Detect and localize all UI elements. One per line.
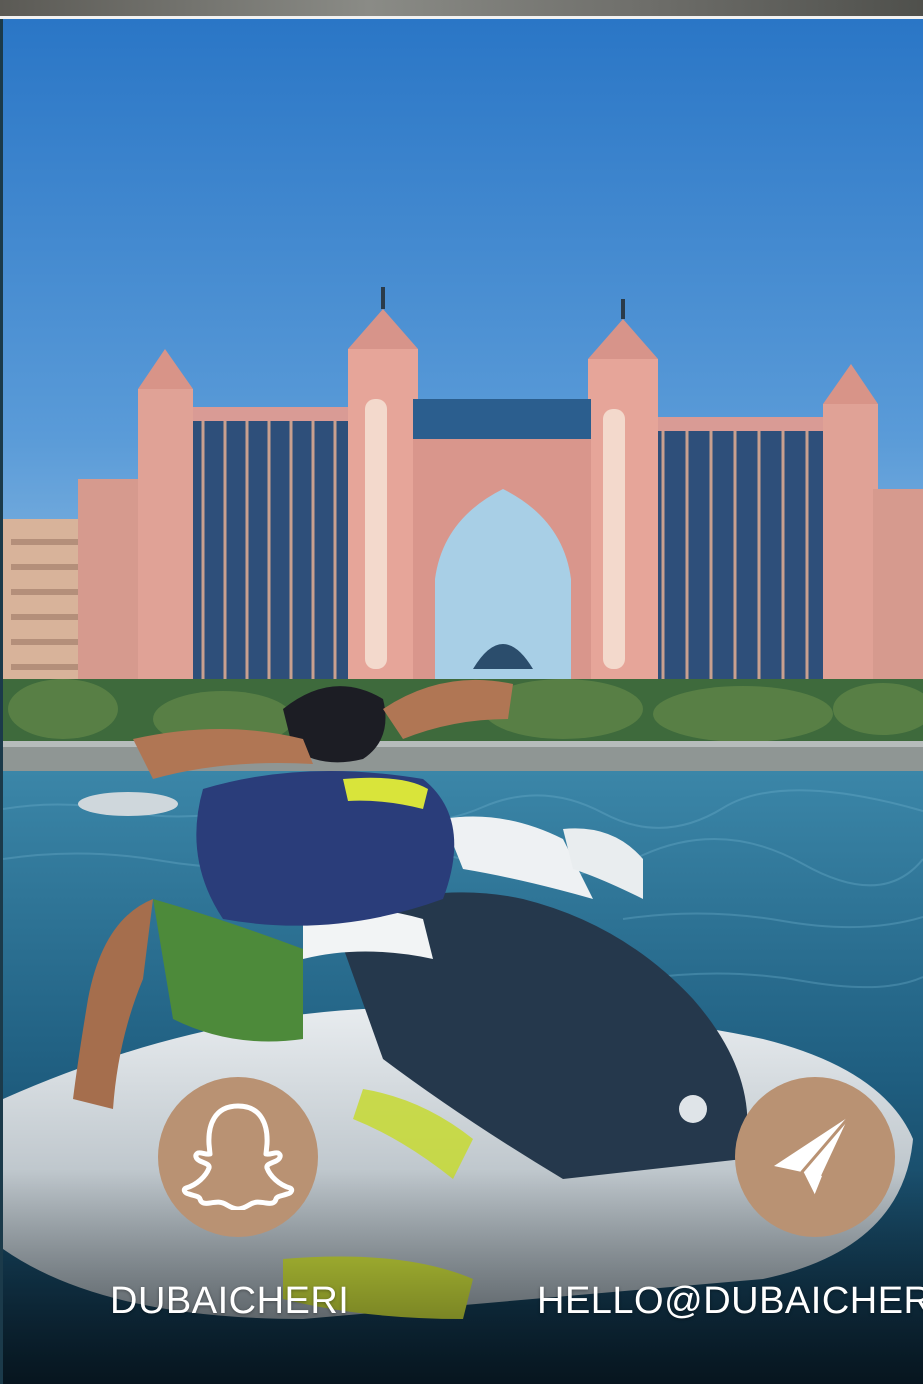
top-photo-strip [0,0,923,16]
paper-plane-icon [770,1110,860,1205]
email-button[interactable] [735,1077,895,1237]
snapchat-icon [178,1100,298,1215]
snapchat-contact[interactable] [158,1077,318,1237]
email-contact[interactable] [735,1077,895,1237]
email-label[interactable]: HELLO@DUBAICHERI [537,1280,923,1323]
snapchat-button[interactable] [158,1077,318,1237]
snapchat-label[interactable]: DUBAICHERI [110,1280,349,1323]
